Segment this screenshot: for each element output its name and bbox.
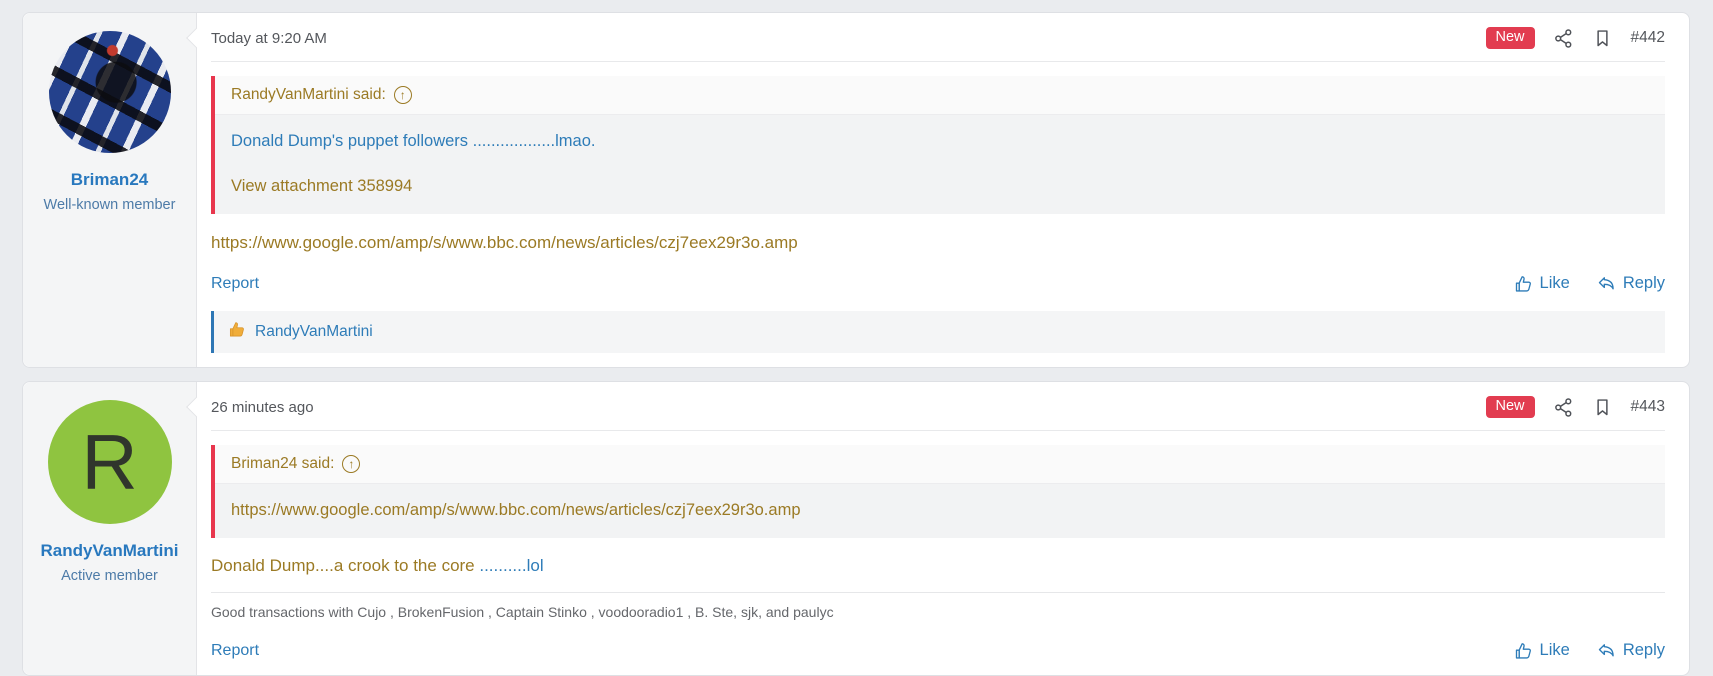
thread-post-list: Briman24 Well-known member Today at 9:20… [0,0,1713,676]
post-footer: Report Like Reply [211,640,1665,661]
thumbs-up-icon [1514,641,1534,661]
report-link[interactable]: Report [211,275,259,293]
post-header-controls: New #443 [1485,396,1665,418]
post-number-link[interactable]: #443 [1631,398,1665,416]
share-icon[interactable] [1553,397,1574,418]
post-actions: Like Reply [1514,273,1665,294]
reply-label: Reply [1622,274,1665,292]
reply-arrow-icon [1596,273,1617,294]
author-user-title: Well-known member [43,197,176,213]
share-icon[interactable] [1553,28,1574,49]
reactions-bar[interactable]: RandyVanMartini [211,311,1665,353]
reply-arrow-icon [1596,640,1617,661]
post-author-cell: R RandyVanMartini Active member [23,382,197,675]
post-content-cell: Today at 9:20 AM New #442 RandyVanMartin… [186,13,1689,367]
like-button[interactable]: Like [1514,274,1570,294]
header-divider [211,430,1665,431]
reply-label: Reply [1622,641,1665,659]
quote-block: RandyVanMartini said: ↑ Donald Dump's pu… [211,76,1665,214]
quoted-link[interactable]: https://www.google.com/amp/s/www.bbc.com… [231,499,1649,521]
post-text-gold: Donald Dump....a crook to the core [211,556,480,575]
quoted-text: Donald Dump's puppet followers .........… [231,132,596,150]
report-link[interactable]: Report [211,642,259,660]
quote-block: Briman24 said: ↑ https://www.google.com/… [211,445,1665,538]
user-signature: Good transactions with Cujo , BrokenFusi… [211,592,1665,620]
reply-button[interactable]: Reply [1596,640,1665,661]
post-author-cell: Briman24 Well-known member [23,13,197,367]
post-timestamp-link[interactable]: 26 minutes ago [211,399,314,416]
quote-attribution[interactable]: RandyVanMartini said: ↑ [215,76,1665,115]
author-user-title: Active member [61,568,158,584]
bookmark-icon[interactable] [1592,397,1613,418]
post-footer: Report Like Reply [211,273,1665,294]
post-timestamp-link[interactable]: Today at 9:20 AM [211,30,327,47]
thumbs-up-icon [1514,274,1534,294]
header-divider [211,61,1665,62]
avatar[interactable] [48,31,171,153]
new-badge: New [1485,27,1535,49]
author-username-link[interactable]: Briman24 [34,169,186,191]
post-number-link[interactable]: #442 [1631,29,1665,47]
post-body-text: Donald Dump....a crook to the core .....… [211,556,1665,576]
reply-button[interactable]: Reply [1596,273,1665,294]
quote-attribution[interactable]: Briman24 said: ↑ [215,445,1665,484]
avatar[interactable]: R [47,400,172,524]
like-button[interactable]: Like [1514,641,1570,661]
post-content-cell: 26 minutes ago New #443 Briman24 said: ↑… [186,382,1689,675]
expand-quote-icon[interactable]: ↑ [393,86,412,104]
expand-quote-icon[interactable]: ↑ [342,455,361,473]
thumbs-up-emoji [228,320,247,344]
post-header: 26 minutes ago New #443 [211,392,1665,422]
quote-attribution-text: Briman24 said: [231,455,335,472]
quote-body: Donald Dump's puppet followers .........… [215,115,1665,214]
post-actions: Like Reply [1514,640,1665,661]
view-attachment-link[interactable]: View attachment 358994 [231,175,1649,197]
quote-body: https://www.google.com/amp/s/www.bbc.com… [215,484,1665,538]
post-text-blue: ..........lol [479,556,544,575]
bookmark-icon[interactable] [1592,28,1613,49]
quote-attribution-text: RandyVanMartini said: [231,86,386,103]
author-username-link[interactable]: RandyVanMartini [34,540,186,562]
post-443: R RandyVanMartini Active member 26 minut… [22,381,1690,676]
post-body-link[interactable]: https://www.google.com/amp/s/www.bbc.com… [211,233,1665,253]
reaction-users[interactable]: RandyVanMartini [255,323,373,341]
like-label: Like [1539,641,1570,659]
like-label: Like [1539,274,1570,292]
post-442: Briman24 Well-known member Today at 9:20… [22,12,1690,368]
new-badge: New [1485,396,1535,418]
post-header-controls: New #442 [1485,27,1665,49]
post-header: Today at 9:20 AM New #442 [211,23,1665,53]
